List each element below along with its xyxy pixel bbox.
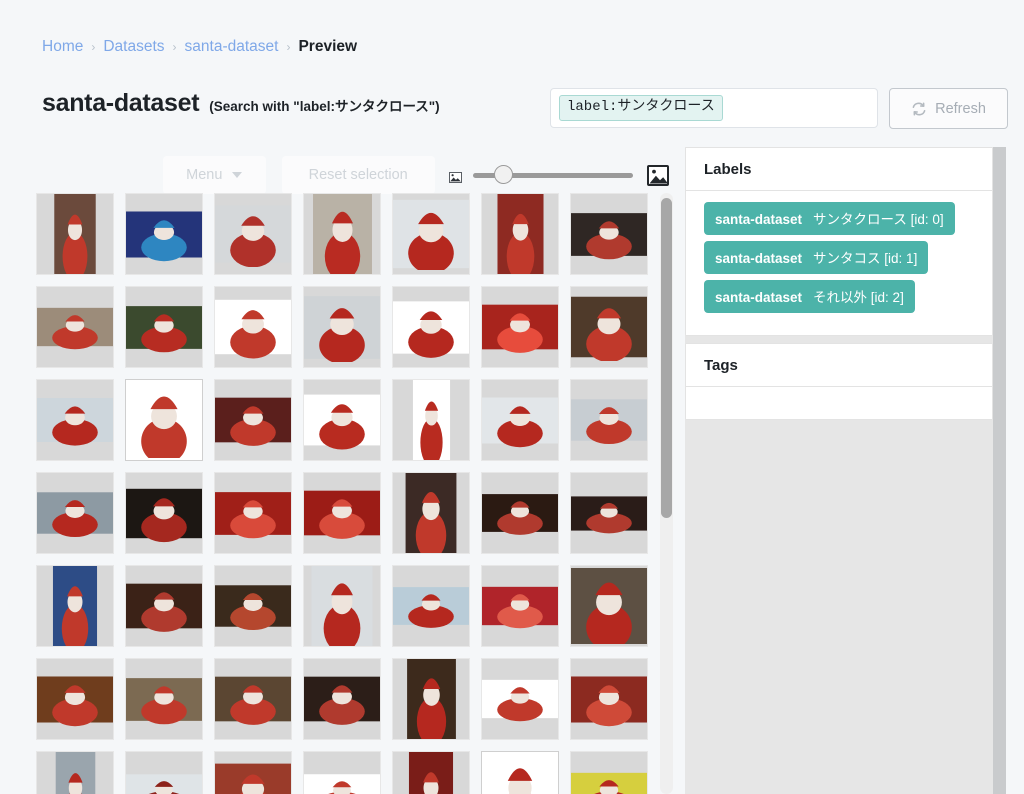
page-title: santa-dataset	[42, 89, 200, 117]
breadcrumb-item-home[interactable]: Home	[42, 38, 83, 56]
label-chip-name: サンタコス [id: 1]	[813, 251, 918, 266]
image-tile[interactable]	[570, 751, 648, 794]
image-tile[interactable]	[481, 565, 559, 647]
image-tile[interactable]	[36, 658, 114, 740]
image-tile[interactable]	[214, 751, 292, 794]
search-token-chip[interactable]: label:サンタクロース	[559, 95, 723, 121]
image-tile[interactable]	[392, 193, 470, 275]
image-tile[interactable]	[214, 286, 292, 368]
image-tile[interactable]	[303, 472, 381, 554]
image-tile[interactable]	[303, 286, 381, 368]
chevron-down-icon	[232, 172, 243, 178]
image-tile[interactable]	[125, 565, 203, 647]
image-tile-selected[interactable]	[481, 751, 559, 794]
image-tile[interactable]	[570, 472, 648, 554]
tags-list	[686, 387, 992, 419]
slider-thumb[interactable]	[493, 165, 513, 184]
image-tile[interactable]	[125, 286, 203, 368]
image-tile[interactable]	[36, 472, 114, 554]
menu-label: Menu	[186, 167, 223, 183]
grid-scrollbar-thumb[interactable]	[661, 198, 672, 518]
refresh-button[interactable]: Refresh	[889, 88, 1008, 129]
side-panel: Labels santa-dataset サンタクロース [id: 0] santa…	[685, 147, 993, 794]
image-tile[interactable]	[125, 658, 203, 740]
image-tile[interactable]	[303, 565, 381, 647]
grid-toolbar: Menu Reset selection	[163, 156, 670, 194]
breadcrumb: Home › Datasets › santa-dataset › Previe…	[42, 38, 357, 56]
image-tile[interactable]	[392, 751, 470, 794]
image-tile[interactable]	[125, 751, 203, 794]
image-tile[interactable]	[214, 565, 292, 647]
image-tile[interactable]	[214, 379, 292, 461]
side-panel-scrollbar-thumb[interactable]	[993, 147, 1006, 794]
label-chip-name: それ以外 [id: 2]	[813, 290, 904, 305]
reset-selection-label: Reset selection	[308, 167, 408, 183]
breadcrumb-item-preview: Preview	[298, 38, 358, 55]
image-tile-selected[interactable]	[125, 379, 203, 461]
image-tile[interactable]	[481, 193, 559, 275]
label-chip[interactable]: santa-dataset サンタコス [id: 1]	[704, 241, 929, 274]
image-tile[interactable]	[303, 751, 381, 794]
labels-title: Labels	[686, 148, 992, 191]
image-tile[interactable]	[214, 658, 292, 740]
image-tile[interactable]	[481, 472, 559, 554]
image-tile[interactable]	[481, 658, 559, 740]
labels-list: santa-dataset サンタクロース [id: 0] santa-datase…	[686, 191, 992, 335]
image-grid-area[interactable]	[36, 193, 682, 794]
image-tile[interactable]	[481, 286, 559, 368]
label-chip-dataset: santa-dataset	[715, 212, 803, 227]
image-tile[interactable]	[481, 379, 559, 461]
page-header: santa-dataset (Search with "label:サンタクロー…	[42, 89, 440, 118]
label-chip-name: サンタクロース [id: 0]	[813, 212, 944, 227]
image-tile[interactable]	[392, 472, 470, 554]
grid-scrollbar[interactable]	[660, 193, 673, 794]
image-tile[interactable]	[570, 379, 648, 461]
refresh-icon	[911, 101, 927, 117]
image-icon-large[interactable]	[646, 164, 670, 186]
image-tile[interactable]	[392, 565, 470, 647]
refresh-label: Refresh	[935, 100, 986, 117]
label-chip[interactable]: santa-dataset それ以外 [id: 2]	[704, 280, 915, 313]
breadcrumb-separator-icon: ›	[286, 40, 291, 54]
image-tile[interactable]	[570, 286, 648, 368]
image-tile[interactable]	[303, 658, 381, 740]
tags-card: Tags	[685, 343, 993, 420]
image-tile[interactable]	[36, 286, 114, 368]
breadcrumb-item-santa-dataset[interactable]: santa-dataset	[185, 38, 279, 56]
labels-card: Labels santa-dataset サンタクロース [id: 0] santa…	[685, 147, 993, 336]
label-chip-dataset: santa-dataset	[715, 251, 803, 266]
breadcrumb-separator-icon: ›	[91, 40, 96, 54]
image-tile[interactable]	[36, 565, 114, 647]
breadcrumb-item-datasets[interactable]: Datasets	[103, 38, 164, 56]
image-tile[interactable]	[392, 658, 470, 740]
image-tile[interactable]	[570, 193, 648, 275]
thumbnail-size-slider[interactable]	[472, 165, 633, 185]
reset-selection-button[interactable]: Reset selection	[281, 156, 435, 194]
image-grid	[36, 193, 659, 794]
image-tile[interactable]	[392, 286, 470, 368]
image-tile[interactable]	[36, 379, 114, 461]
side-panel-scrollbar[interactable]	[993, 147, 1006, 794]
breadcrumb-separator-icon: ›	[172, 40, 177, 54]
image-tile[interactable]	[570, 565, 648, 647]
image-tile[interactable]	[125, 193, 203, 275]
image-tile[interactable]	[214, 472, 292, 554]
search-input[interactable]: label:サンタクロース	[550, 88, 878, 128]
tags-title: Tags	[686, 344, 992, 387]
image-tile[interactable]	[570, 658, 648, 740]
page-subtitle: (Search with "label:サンタクロース")	[209, 99, 440, 114]
image-icon-small	[448, 170, 462, 183]
image-tile[interactable]	[125, 472, 203, 554]
image-tile[interactable]	[214, 193, 292, 275]
image-tile[interactable]	[303, 193, 381, 275]
label-chip[interactable]: santa-dataset サンタクロース [id: 0]	[704, 202, 955, 235]
image-tile[interactable]	[36, 193, 114, 275]
menu-button[interactable]: Menu	[163, 156, 266, 194]
image-tile[interactable]	[36, 751, 114, 794]
label-chip-dataset: santa-dataset	[715, 290, 803, 305]
image-tile[interactable]	[392, 379, 470, 461]
image-tile[interactable]	[303, 379, 381, 461]
